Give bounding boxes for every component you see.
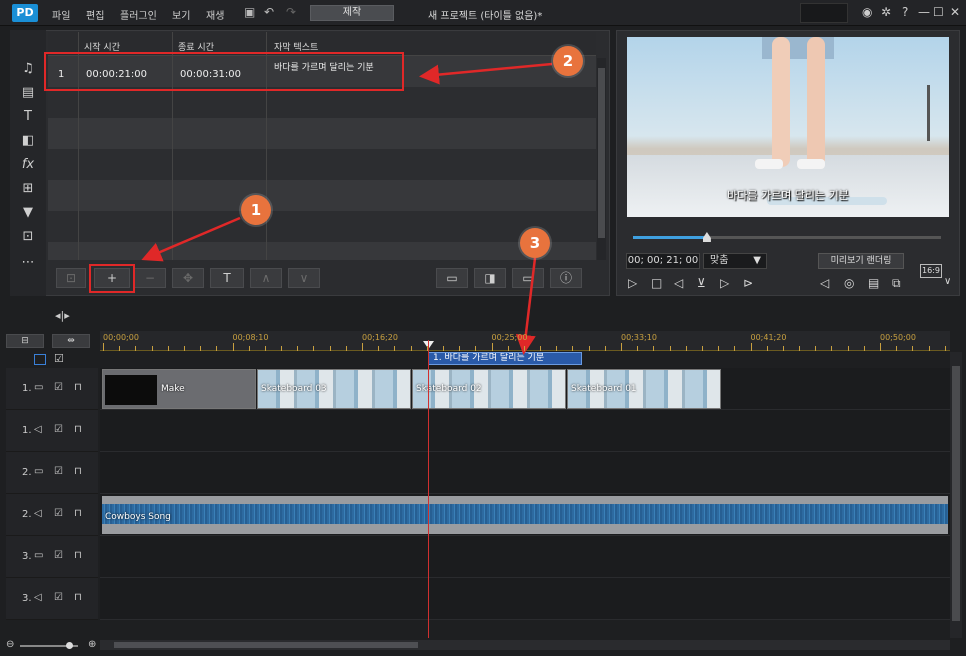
- ruler-tick: [831, 346, 833, 351]
- ruler-tick: [912, 346, 914, 351]
- ruler-tick: [313, 346, 315, 351]
- ruler-tick: [329, 346, 331, 351]
- ruler-tick: [734, 346, 736, 351]
- ruler-tick: [345, 346, 347, 351]
- ruler-tick: [718, 346, 720, 351]
- ruler-tick: [750, 343, 752, 351]
- ruler-tick: [847, 346, 849, 351]
- ruler-tick: [863, 346, 865, 351]
- ruler-tick: [491, 343, 493, 351]
- ruler-tick: [426, 346, 428, 351]
- ruler-tick: [621, 343, 622, 351]
- ruler-tick-label: 00;00;00: [103, 333, 139, 342]
- ruler-tick: [183, 346, 185, 351]
- arrow-1: [141, 216, 241, 262]
- ruler-tick: [232, 343, 234, 351]
- ruler-tick: [556, 346, 558, 351]
- app-window: PD 파일 편집 플러그인 보기 재생 ▣ ↶ ↷ 제작 새 프로젝트 (타이틀…: [0, 0, 966, 656]
- ruler-tick-label: 00;33;10: [621, 333, 657, 342]
- ruler-tick: [410, 346, 412, 351]
- ruler-tick: [880, 343, 881, 351]
- ruler-tick: [685, 346, 687, 351]
- step-badge-2: 2: [553, 46, 583, 76]
- ruler-tick: [944, 346, 946, 351]
- ruler-tick: [540, 346, 542, 351]
- ruler-tick-label: 00;25;00: [491, 333, 528, 342]
- ruler-tick-label: 00;50;00: [880, 333, 916, 342]
- ruler-tick: [815, 346, 817, 351]
- ruler-tick: [896, 346, 898, 351]
- ruler-tick: [248, 346, 250, 351]
- ruler-tick: [281, 346, 283, 351]
- ruler-tick: [928, 346, 930, 351]
- ruler-tick-label: 00;08;10: [232, 333, 269, 342]
- ruler-tick: [475, 346, 477, 351]
- ruler-tick: [604, 346, 606, 351]
- step-badge-3: 3: [520, 228, 550, 258]
- ruler-tick: [653, 346, 655, 351]
- ruler-tick: [103, 343, 104, 351]
- ruler-tick-label: 00;41;20: [750, 333, 787, 342]
- ruler-tick: [799, 346, 801, 351]
- arrow-2: [419, 62, 553, 85]
- ruler-tick: [442, 346, 444, 351]
- ruler-tick: [119, 346, 121, 351]
- ruler-tick: [701, 346, 703, 351]
- ruler-tick: [167, 346, 169, 351]
- ruler-tick: [264, 346, 266, 351]
- ruler-tick: [507, 346, 509, 351]
- ruler-tick: [669, 346, 671, 351]
- ruler-tick: [588, 346, 590, 351]
- ruler-tick: [766, 346, 768, 351]
- ruler-tick: [362, 343, 363, 351]
- ruler-tick: [297, 346, 299, 351]
- ruler-tick: [637, 346, 639, 351]
- ruler-tick: [459, 346, 461, 351]
- ruler-tick: [523, 346, 525, 351]
- annotation-arrows: [141, 62, 553, 355]
- ruler-tick: [782, 346, 784, 351]
- ruler-tick: [200, 346, 202, 351]
- ruler-tick: [394, 346, 396, 351]
- ruler-tick: [572, 346, 574, 351]
- ruler-tick: [378, 346, 380, 351]
- ruler-tick-label: 00;16;20: [362, 333, 398, 342]
- ruler-tick: [135, 346, 137, 351]
- step-badge-1: 1: [241, 195, 271, 225]
- ruler-tick: [151, 346, 153, 351]
- ruler-tick: [216, 346, 218, 351]
